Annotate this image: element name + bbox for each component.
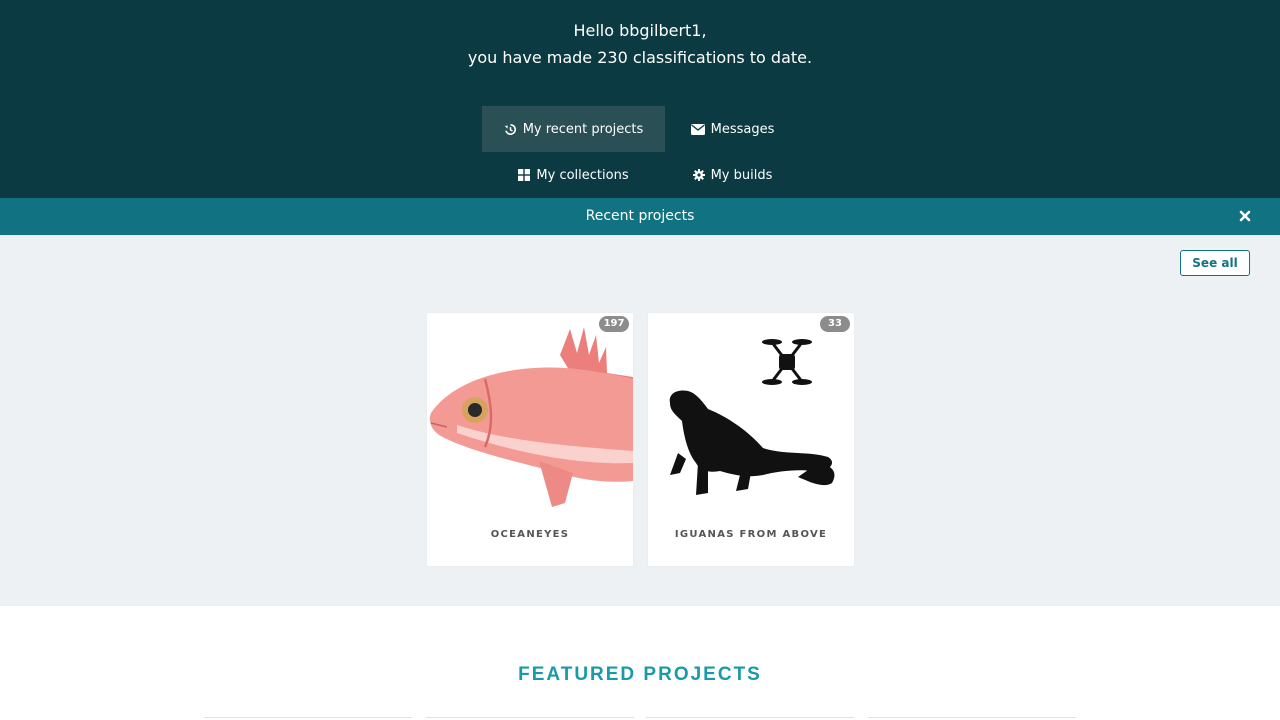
banner-title: Recent projects — [585, 208, 695, 224]
classification-count-badge: 33 — [820, 316, 850, 332]
my-collections-button[interactable]: My collections — [482, 152, 665, 198]
classification-count-badge: 197 — [599, 316, 629, 332]
close-banner-button[interactable] — [1236, 207, 1254, 225]
messages-label: Messages — [710, 121, 775, 137]
see-all-button[interactable]: See all — [1180, 250, 1250, 276]
project-card-oceaneyes[interactable]: 197 OCEANEYES — [427, 313, 633, 566]
featured-projects-heading: FEATURED PROJECTS — [518, 664, 762, 685]
project-name: OCEANEYES — [490, 529, 570, 540]
classification-summary: you have made 230 classifications to dat… — [467, 48, 813, 67]
my-recent-projects-label: My recent projects — [522, 121, 644, 137]
recent-projects-banner: Recent projects — [0, 198, 1280, 235]
envelope-icon — [690, 123, 705, 135]
featured-card-edge — [646, 717, 854, 718]
project-card-iguanas-from-above[interactable]: 33 IGUANAS FROM ABOVE — [648, 313, 854, 566]
my-builds-label: My builds — [710, 167, 773, 183]
my-collections-label: My collections — [536, 167, 629, 183]
grid-icon — [518, 169, 531, 181]
my-builds-button[interactable]: My builds — [665, 152, 800, 198]
history-icon — [504, 123, 516, 135]
my-recent-projects-button[interactable]: My recent projects — [482, 106, 665, 152]
gear-icon — [692, 169, 705, 181]
messages-button[interactable]: Messages — [665, 106, 800, 152]
close-icon — [1239, 210, 1251, 222]
iguana-drone-image — [648, 313, 854, 510]
featured-card-edge — [868, 717, 1076, 718]
recent-projects-section — [0, 235, 1280, 606]
project-name: IGUANAS FROM ABOVE — [674, 529, 828, 540]
featured-card-edge — [426, 717, 634, 718]
featured-card-edge — [204, 717, 412, 718]
greeting-text: Hello bbgilbert1, — [573, 21, 707, 40]
fish-image — [427, 313, 633, 510]
